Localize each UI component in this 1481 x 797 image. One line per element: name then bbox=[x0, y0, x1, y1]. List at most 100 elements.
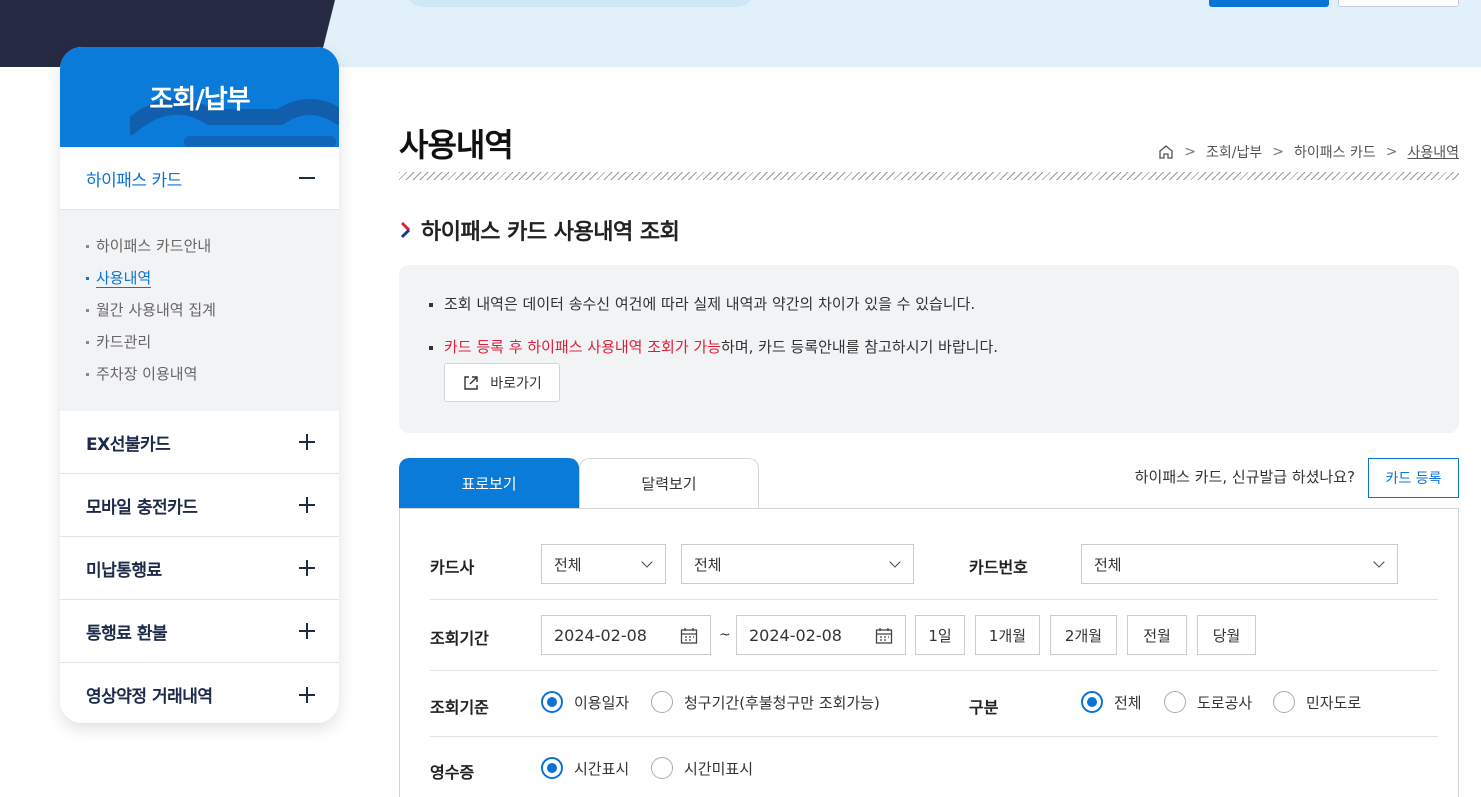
breadcrumb-item[interactable]: 하이패스 카드 bbox=[1294, 142, 1376, 162]
sidebar-item-label: 하이패스 카드 bbox=[86, 170, 182, 191]
radio-label: 도로공사 bbox=[1197, 693, 1253, 712]
receipt-label: 영수증 bbox=[430, 763, 475, 782]
radio-dot[interactable] bbox=[541, 691, 563, 713]
radio-dot[interactable] bbox=[1273, 691, 1295, 713]
page-title: 사용내역 bbox=[399, 126, 514, 164]
submenu-item-monthly-summary[interactable]: 월간 사용내역 집계 bbox=[86, 294, 313, 326]
sidebar-item-mobile-card[interactable]: 모바일 충전카드 bbox=[60, 474, 339, 537]
period-2month-button[interactable]: 2개월 bbox=[1050, 615, 1117, 655]
submenu-item-usage-history[interactable]: 사용내역 bbox=[86, 262, 313, 294]
radio-label: 청구기간(후불청구만 조회가능) bbox=[684, 693, 880, 712]
radio-hide-time[interactable]: 시간미표시 bbox=[651, 757, 753, 779]
radio-dot[interactable] bbox=[1164, 691, 1186, 713]
tab-calendar-view[interactable]: 달력보기 bbox=[579, 458, 759, 508]
sidebar: 조회/납부 하이패스 카드 하이패스 카드안내 사용내역 월간 사용내역 집계 … bbox=[60, 47, 339, 723]
period-1month-button[interactable]: 1개월 bbox=[975, 615, 1040, 655]
radio-type-all[interactable]: 전체 bbox=[1081, 691, 1142, 713]
sidebar-item-unpaid-toll[interactable]: 미납통행료 bbox=[60, 537, 339, 600]
period-this-month-button[interactable]: 당월 bbox=[1197, 615, 1256, 655]
plus-icon[interactable] bbox=[299, 623, 315, 639]
card-company-label: 카드사 bbox=[430, 558, 475, 577]
chevron-down-icon bbox=[889, 556, 901, 568]
date-value: 2024-02-08 bbox=[749, 625, 842, 645]
radio-label: 민자도로 bbox=[1306, 693, 1362, 712]
sidebar-item-label: 통행료 환불 bbox=[86, 623, 168, 644]
radio-use-date[interactable]: 이용일자 bbox=[541, 691, 629, 713]
chevron-down-icon bbox=[641, 556, 653, 568]
sidebar-item-label: EX선불카드 bbox=[86, 434, 171, 455]
search-panel: 카드사 전체 전체 카드번호 전체 조회기간 2024-02-08 ~ 2024… bbox=[399, 508, 1459, 797]
view-tabs: 표로보기 달력보기 bbox=[399, 458, 759, 508]
card-register-button[interactable]: 카드 등록 bbox=[1368, 458, 1459, 498]
start-date-input[interactable]: 2024-02-08 bbox=[541, 615, 711, 655]
sidebar-item-hipass-card[interactable]: 하이패스 카드 bbox=[60, 147, 339, 210]
row-period: 조회기간 2024-02-08 ~ 2024-02-08 1일 1개월 2개월 … bbox=[430, 600, 1438, 671]
period-label: 조회기간 bbox=[430, 629, 489, 648]
end-date-input[interactable]: 2024-02-08 bbox=[736, 615, 906, 655]
calendar-icon[interactable] bbox=[875, 627, 893, 645]
submenu-item-parking-history[interactable]: 주차장 이용내역 bbox=[86, 358, 313, 390]
notice-line-2: 카드 등록 후 하이패스 사용내역 조회가 가능하며, 카드 등록안내를 참고하… bbox=[429, 336, 1429, 358]
basis-label: 조회기준 bbox=[430, 698, 489, 717]
radio-type-expressway[interactable]: 도로공사 bbox=[1164, 691, 1252, 713]
sidebar-title: 조회/납부 bbox=[149, 85, 250, 115]
top-secondary-button[interactable] bbox=[1338, 0, 1459, 7]
radio-show-time[interactable]: 시간표시 bbox=[541, 757, 629, 779]
sidebar-item-toll-refund[interactable]: 통행료 환불 bbox=[60, 600, 339, 663]
chevron-right-icon: > bbox=[1184, 144, 1197, 160]
card-company-select[interactable]: 전체 bbox=[541, 544, 666, 584]
submenu-item-card-info[interactable]: 하이패스 카드안내 bbox=[86, 230, 313, 262]
goto-button[interactable]: 바로가기 bbox=[444, 363, 560, 402]
title-divider bbox=[399, 172, 1459, 180]
chevron-down-icon bbox=[1373, 556, 1385, 568]
radio-label: 이용일자 bbox=[574, 693, 630, 712]
select-value: 전체 bbox=[554, 555, 582, 574]
radio-label: 전체 bbox=[1114, 693, 1142, 712]
select-value: 전체 bbox=[694, 555, 722, 574]
external-link-icon bbox=[464, 375, 478, 390]
date-range-tilde: ~ bbox=[719, 627, 731, 643]
section-chevron-icon bbox=[400, 221, 411, 239]
type-label: 구분 bbox=[969, 698, 999, 717]
radio-dot[interactable] bbox=[651, 757, 673, 779]
radio-dot[interactable] bbox=[1081, 691, 1103, 713]
period-prev-month-button[interactable]: 전월 bbox=[1127, 615, 1187, 655]
breadcrumb-item[interactable]: 조회/납부 bbox=[1206, 142, 1262, 162]
section-title-text: 하이패스 카드 사용내역 조회 bbox=[421, 220, 680, 245]
plus-icon[interactable] bbox=[299, 686, 315, 703]
radio-dot[interactable] bbox=[541, 757, 563, 779]
tab-table-view[interactable]: 표로보기 bbox=[399, 458, 579, 508]
notice-line-1: 조회 내역은 데이터 송수신 여건에 따라 실제 내역과 약간의 차이가 있을 … bbox=[429, 293, 1429, 315]
plus-icon[interactable] bbox=[299, 434, 315, 450]
register-question: 하이패스 카드, 신규발급 하셨나요? bbox=[1134, 468, 1355, 486]
period-1day-button[interactable]: 1일 bbox=[915, 615, 965, 655]
top-search-bar[interactable] bbox=[404, 0, 756, 7]
sidebar-item-label: 미납통행료 bbox=[86, 560, 162, 581]
plus-icon[interactable] bbox=[299, 560, 315, 576]
sidebar-submenu: 하이패스 카드안내 사용내역 월간 사용내역 집계 카드관리 주차장 이용내역 bbox=[60, 210, 339, 411]
card-number-label: 카드번호 bbox=[969, 558, 1028, 577]
row-receipt: 영수증 시간표시 시간미표시 bbox=[430, 737, 1438, 797]
breadcrumb-item-current[interactable]: 사용내역 bbox=[1407, 142, 1459, 162]
sidebar-header: 조회/납부 bbox=[60, 47, 339, 147]
home-icon[interactable] bbox=[1158, 144, 1174, 160]
calendar-icon[interactable] bbox=[680, 627, 698, 645]
top-primary-button[interactable] bbox=[1209, 0, 1329, 7]
breadcrumb: > 조회/납부 > 하이패스 카드 > 사용내역 bbox=[1158, 142, 1459, 162]
submenu-item-card-management[interactable]: 카드관리 bbox=[86, 326, 313, 358]
select-value: 전체 bbox=[1094, 555, 1122, 574]
radio-billing-period[interactable]: 청구기간(후불청구만 조회가능) bbox=[651, 691, 880, 713]
chevron-right-icon: > bbox=[1385, 144, 1398, 160]
sidebar-item-ex-prepaid[interactable]: EX선불카드 bbox=[60, 411, 339, 474]
radio-label: 시간표시 bbox=[574, 759, 630, 778]
radio-type-private[interactable]: 민자도로 bbox=[1273, 691, 1361, 713]
sidebar-item-video-contract[interactable]: 영상약정 거래내역 bbox=[60, 663, 339, 723]
card-number-select[interactable]: 전체 bbox=[1081, 544, 1398, 584]
plus-icon[interactable] bbox=[299, 497, 315, 513]
card-company-sub-select[interactable]: 전체 bbox=[681, 544, 914, 584]
radio-dot[interactable] bbox=[651, 691, 673, 713]
minus-icon[interactable] bbox=[299, 170, 315, 186]
goto-button-label: 바로가기 bbox=[490, 375, 542, 392]
chevron-right-icon: > bbox=[1272, 144, 1284, 160]
section-title: 하이패스 카드 사용내역 조회 bbox=[399, 214, 680, 246]
